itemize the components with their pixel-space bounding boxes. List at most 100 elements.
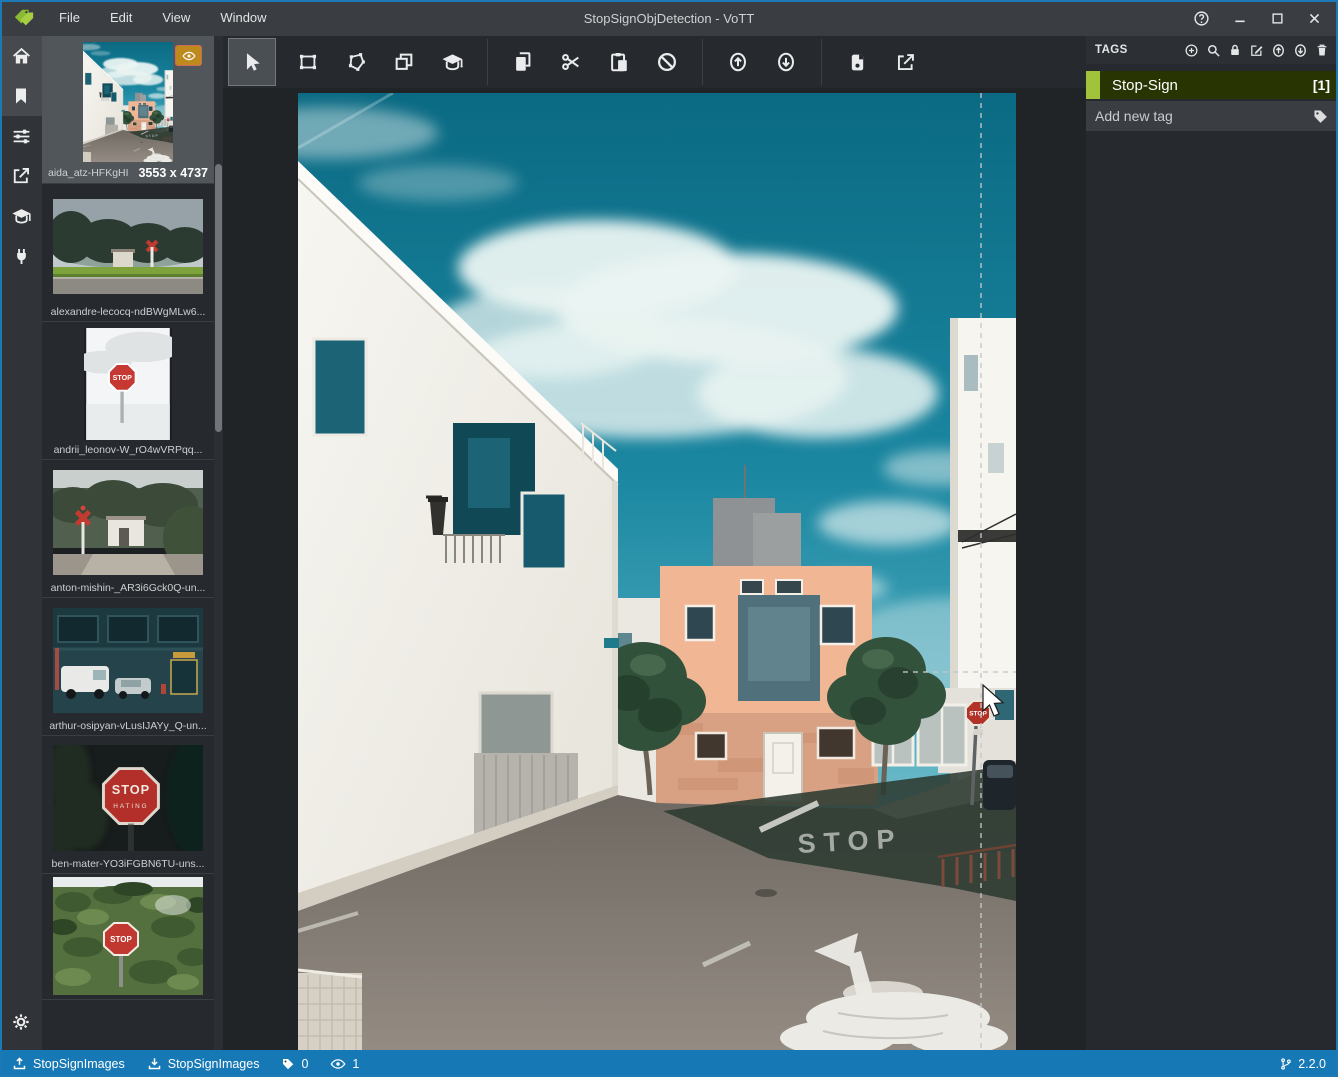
toolbar-separator <box>487 39 488 85</box>
tags-panel: TAGS Stop-Sign [1] <box>1086 36 1338 1050</box>
nav-rail <box>0 36 42 1050</box>
asset-filename: anton-mishin-_AR3i6Gck0Q-un... <box>48 582 208 594</box>
tool-select[interactable] <box>229 39 275 85</box>
nav-app-settings[interactable] <box>0 1002 42 1042</box>
asset-thumb-image: STOP HATING <box>53 745 203 851</box>
add-tag-row <box>1086 101 1338 131</box>
asset-item[interactable]: anton-mishin-_AR3i6Gck0Q-un... <box>42 460 214 598</box>
asset-thumbnail <box>48 190 208 302</box>
menu-file[interactable]: File <box>44 0 95 36</box>
asset-item[interactable]: arthur-osipyan-vLusIJAYy_Q-un... <box>42 598 214 736</box>
asset-thumb-image: STOP <box>53 877 203 995</box>
nav-connections[interactable] <box>0 236 42 276</box>
asset-thumb-image: STOP <box>84 328 172 440</box>
asset-filename: alexandre-lecocq-ndBWgMLw6... <box>48 306 208 318</box>
thumb-sign-subtext: HATING <box>113 803 148 810</box>
tags-title: TAGS <box>1095 44 1128 56</box>
add-tag-icon[interactable] <box>1184 43 1199 58</box>
toolbar-separator <box>821 39 822 85</box>
tool-next-asset[interactable] <box>763 39 809 85</box>
tag-item-stop-sign[interactable]: Stop-Sign [1] <box>1086 71 1338 99</box>
branch-icon <box>1279 1057 1293 1071</box>
editor-main <box>223 36 1086 1050</box>
thumb-sign-text: STOP <box>112 782 150 797</box>
tags-actions <box>1184 43 1329 58</box>
nav-export[interactable] <box>0 156 42 196</box>
tag-name: Stop-Sign <box>1112 77 1178 94</box>
tag-count-badge: [1] <box>1313 77 1330 93</box>
asset-filename: aida_atz-HFKgHI <box>48 167 129 179</box>
asset-thumb-image <box>53 199 203 294</box>
tag-icon <box>1312 108 1329 125</box>
asset-filename: andrii_leonov-W_rO4wVRPqq... <box>48 444 208 456</box>
window-controls <box>1193 10 1338 27</box>
search-tags-icon[interactable] <box>1206 43 1221 58</box>
annotation-canvas[interactable] <box>223 88 1086 1050</box>
nav-tags-editor[interactable] <box>0 76 42 116</box>
menu-bar: File Edit View Window <box>44 0 282 36</box>
delete-tag-icon[interactable] <box>1315 43 1329 57</box>
tool-draw-rectangle[interactable] <box>285 39 331 85</box>
tool-cut-regions[interactable] <box>548 39 594 85</box>
vott-app-window: File Edit View Window StopSignObjDetecti… <box>0 0 1338 1077</box>
tool-export-project[interactable] <box>882 39 928 85</box>
asset-thumb-image <box>53 470 203 575</box>
version-label: 2.2.0 <box>1298 1057 1326 1071</box>
tag-count-status: 0 <box>281 1057 308 1071</box>
visited-count-status: 1 <box>330 1056 359 1072</box>
tool-save-project[interactable] <box>834 39 880 85</box>
eye-icon <box>182 49 196 63</box>
asset-item[interactable]: STOP <box>42 874 214 1000</box>
upload-icon <box>12 1056 27 1071</box>
menu-view[interactable]: View <box>147 0 205 36</box>
minimize-icon[interactable] <box>1232 10 1248 26</box>
asset-photo[interactable] <box>298 93 1016 1050</box>
menu-window[interactable]: Window <box>205 0 281 36</box>
asset-filename: ben-mater-YO3iFGBN6TU-uns... <box>48 858 208 870</box>
asset-thumb-image <box>53 608 203 713</box>
lock-tags-icon[interactable] <box>1228 43 1242 57</box>
scrollbar-thumb[interactable] <box>215 164 222 432</box>
menu-edit[interactable]: Edit <box>95 0 147 36</box>
eye-icon <box>330 1056 346 1072</box>
asset-thumb-image <box>83 42 173 162</box>
tag-color-swatch[interactable] <box>1086 71 1100 99</box>
tool-copy-rectangle[interactable] <box>381 39 427 85</box>
app-version: 2.2.0 <box>1279 1057 1326 1071</box>
add-tag-input[interactable] <box>1095 108 1312 124</box>
title-bar: File Edit View Window StopSignObjDetecti… <box>0 0 1338 36</box>
tags-header: TAGS <box>1086 36 1338 64</box>
asset-thumbnail: STOP <box>48 880 208 992</box>
asset-item[interactable]: alexandre-lecocq-ndBWgMLw6... <box>42 184 214 322</box>
tool-active-learning[interactable] <box>429 39 475 85</box>
asset-item[interactable]: aida_atz-HFKgHI 3553 x 4737 <box>42 36 214 184</box>
visited-count-value: 1 <box>352 1057 359 1071</box>
nav-active-learning[interactable] <box>0 196 42 236</box>
maximize-icon[interactable] <box>1270 11 1285 26</box>
target-connection-label: StopSignImages <box>168 1057 260 1071</box>
tool-remove-all-regions[interactable] <box>644 39 690 85</box>
content-row: aida_atz-HFKgHI 3553 x 4737 <box>0 36 1338 1050</box>
tool-previous-asset[interactable] <box>715 39 761 85</box>
asset-thumbnail: STOP <box>48 328 208 440</box>
tool-draw-polygon[interactable] <box>333 39 379 85</box>
source-connection[interactable]: StopSignImages <box>12 1056 125 1071</box>
asset-thumbnail <box>48 466 208 578</box>
tool-copy-regions[interactable] <box>500 39 546 85</box>
visited-badge <box>175 45 202 66</box>
asset-thumbnail: STOP HATING <box>48 742 208 854</box>
close-icon[interactable] <box>1307 11 1322 26</box>
nav-home[interactable] <box>0 36 42 76</box>
target-connection[interactable]: StopSignImages <box>147 1056 260 1071</box>
asset-item[interactable]: STOP HATING ben-mater-YO3iFGBN6TU-uns... <box>42 736 214 874</box>
asset-list-scrollbar[interactable] <box>214 36 223 1050</box>
move-tag-down-icon[interactable] <box>1293 43 1308 58</box>
nav-project-settings[interactable] <box>0 116 42 156</box>
asset-size: 3553 x 4737 <box>138 166 208 180</box>
tool-paste-regions[interactable] <box>596 39 642 85</box>
edit-tag-icon[interactable] <box>1249 43 1264 58</box>
asset-item[interactable]: STOP andrii_leonov-W_rO4wVRPqq... <box>42 322 214 460</box>
source-connection-label: StopSignImages <box>33 1057 125 1071</box>
move-tag-up-icon[interactable] <box>1271 43 1286 58</box>
help-icon[interactable] <box>1193 10 1210 27</box>
